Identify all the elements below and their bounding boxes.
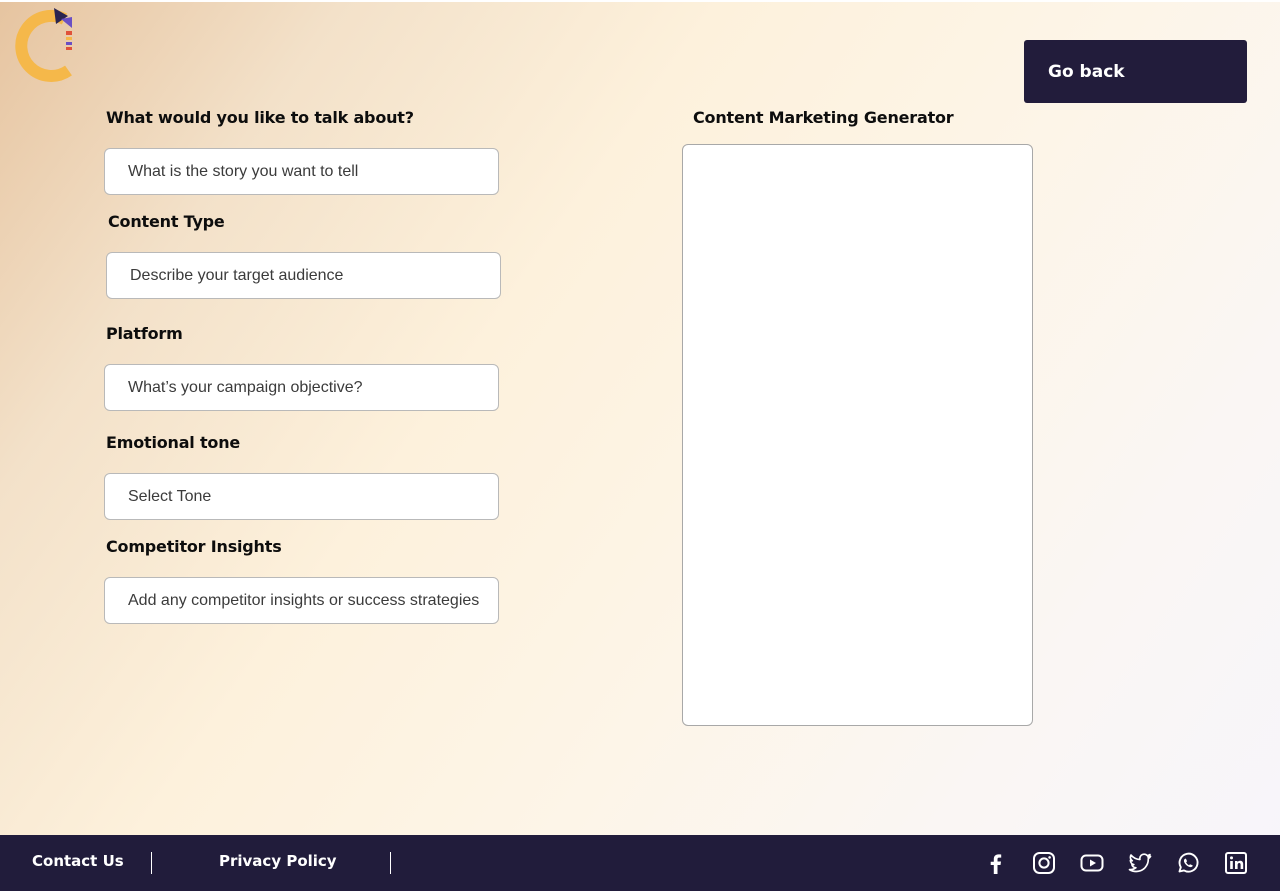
whatsapp-icon[interactable] [1176,851,1200,875]
facebook-icon[interactable] [984,851,1008,875]
footer-divider [151,852,152,874]
output-title: Content Marketing Generator [693,108,954,127]
instagram-icon[interactable] [1032,851,1056,875]
twitter-icon[interactable] [1128,851,1152,875]
tone-label: Emotional tone [106,433,241,452]
linkedin-icon[interactable] [1224,851,1248,875]
competitor-input[interactable] [104,577,499,624]
top-strip [0,0,1280,2]
platform-label: Platform [106,324,183,343]
footer-divider [390,852,391,874]
content-type-input[interactable] [106,252,501,299]
content-type-label: Content Type [108,212,225,231]
tone-select[interactable] [104,473,499,520]
contact-us-link[interactable]: Contact Us [32,852,124,870]
youtube-icon[interactable] [1080,851,1104,875]
brand-logo[interactable] [6,2,74,82]
topic-input[interactable] [104,148,499,195]
footer: Contact Us Privacy Policy [0,835,1280,891]
go-back-button[interactable]: Go back [1024,40,1247,103]
topic-label: What would you like to talk about? [106,108,414,127]
output-textarea[interactable] [682,144,1033,726]
platform-input[interactable] [104,364,499,411]
privacy-policy-link[interactable]: Privacy Policy [219,852,337,870]
competitor-label: Competitor Insights [106,537,282,556]
